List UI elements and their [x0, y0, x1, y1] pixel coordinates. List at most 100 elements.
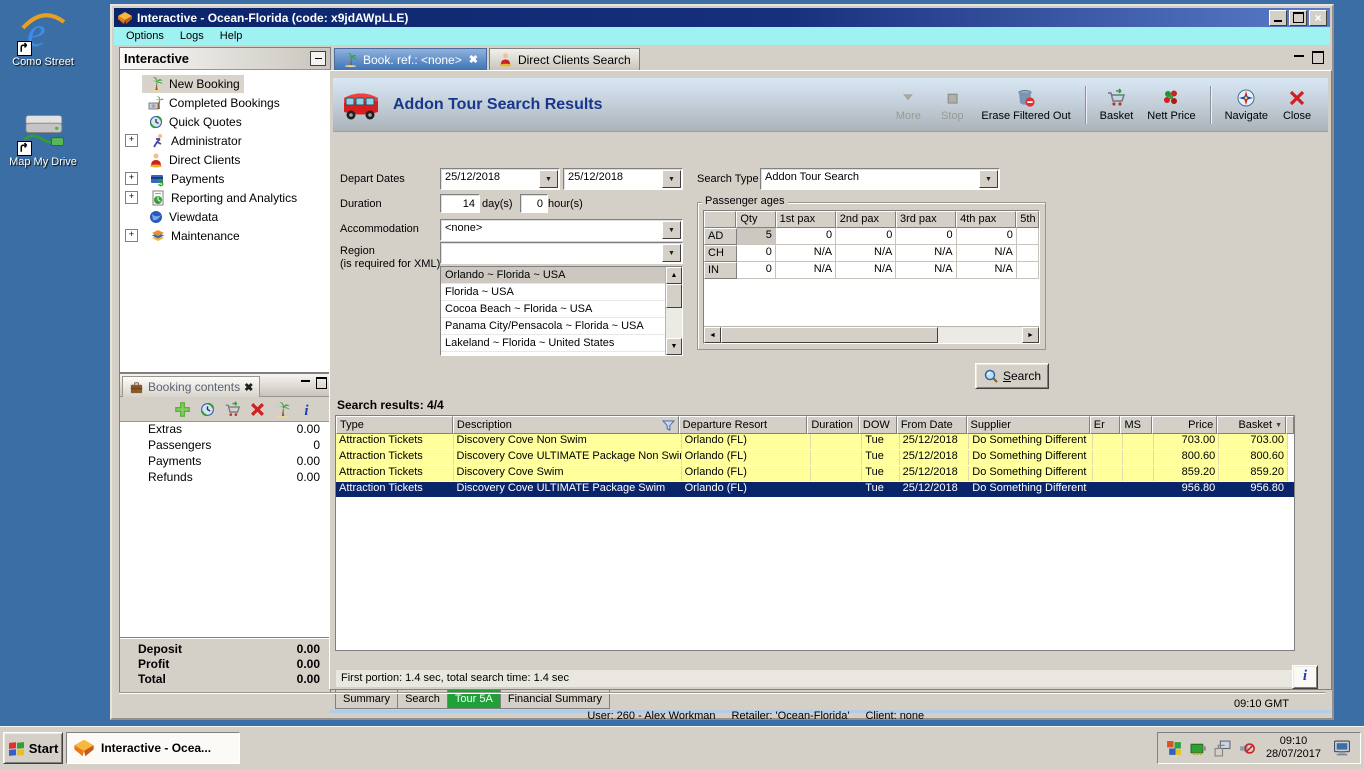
info-button[interactable]: i — [299, 401, 316, 418]
title-bar[interactable]: Interactive - Ocean-Florida (code: x9jdA… — [114, 8, 1330, 27]
passenger-age-cell[interactable]: 0 — [776, 228, 836, 245]
row-header[interactable]: AD — [704, 228, 737, 245]
column-header-supplier[interactable]: Supplier — [967, 416, 1090, 434]
passenger-age-cell[interactable]: N/A — [896, 262, 956, 279]
expand-plus-icon[interactable]: + — [125, 172, 138, 185]
column-header[interactable]: 4th pax — [956, 211, 1016, 228]
column-header-type[interactable]: Type — [336, 416, 453, 434]
passenger-age-cell[interactable]: 0 — [737, 245, 776, 262]
search-button[interactable]: Search — [975, 363, 1049, 389]
region-scrollbar[interactable]: ▲ ▼ — [665, 267, 682, 355]
column-header-from-date[interactable]: From Date — [897, 416, 967, 434]
column-header-description[interactable]: Description — [453, 416, 679, 434]
accommodation-combo[interactable]: <none> ▼ — [440, 219, 683, 241]
chevron-down-icon[interactable]: ▼ — [979, 170, 998, 188]
duration-days-input[interactable] — [440, 194, 480, 213]
collapse-sidebar-button[interactable] — [310, 51, 326, 66]
scroll-right-icon[interactable]: ► — [1022, 327, 1039, 343]
result-row[interactable]: Attraction TicketsDiscovery Cove ULTIMAT… — [336, 450, 1294, 466]
navigate-button[interactable]: Navigate — [1223, 86, 1270, 124]
sidebar-item-administrator[interactable]: +Administrator — [120, 131, 330, 150]
sidebar-item-new-booking[interactable]: New Booking — [120, 74, 330, 93]
column-header[interactable]: Qty — [736, 211, 775, 228]
column-header[interactable] — [704, 211, 736, 228]
info-button[interactable]: i — [1292, 665, 1318, 689]
region-option[interactable]: Florida ~ USA — [441, 284, 665, 301]
passenger-age-cell[interactable]: N/A — [776, 262, 836, 279]
erase-filtered-out-button[interactable]: Erase Filtered Out — [979, 86, 1072, 124]
column-header[interactable]: 2nd pax — [836, 211, 896, 228]
new-booking-button[interactable] — [274, 401, 291, 418]
scroll-down-icon[interactable]: ▼ — [666, 338, 682, 355]
desktop-icon-map-my-drive[interactable]: Map My Drive — [0, 106, 86, 168]
depart-date-to-combo[interactable]: 25/12/2018 ▼ — [563, 168, 683, 190]
expand-plus-icon[interactable]: + — [125, 191, 138, 204]
nett-price-button[interactable]: Nett Price — [1145, 86, 1197, 124]
column-header-dow[interactable]: DOW — [859, 416, 897, 434]
move-to-basket-button[interactable] — [224, 401, 241, 418]
sidebar-item-direct-clients[interactable]: Direct Clients — [120, 150, 330, 169]
region-option[interactable]: Orlando ~ Florida ~ USA — [441, 267, 665, 284]
close-button[interactable]: × — [1309, 10, 1327, 26]
passenger-age-cell[interactable]: 0 — [896, 228, 956, 245]
region-option[interactable]: Cocoa Beach ~ Florida ~ USA — [441, 301, 665, 318]
panel-minimize-icon[interactable] — [301, 380, 310, 390]
sidebar-item-payments[interactable]: +$Payments — [120, 169, 330, 188]
result-row[interactable]: Attraction TicketsDiscovery Cove Non Swi… — [336, 434, 1294, 450]
column-header[interactable]: 1st pax — [776, 211, 836, 228]
region-option[interactable]: Lakeland ~ Florida ~ United States — [441, 335, 665, 352]
desktop-icon-como-street[interactable]: eComo Street — [0, 6, 86, 68]
column-header-departure-resort[interactable]: Departure Resort — [679, 416, 808, 434]
passenger-age-cell[interactable]: N/A — [957, 262, 1017, 279]
chevron-down-icon[interactable]: ▼ — [662, 244, 681, 262]
column-header-price[interactable]: Price — [1152, 416, 1217, 434]
tab-book-ref-none[interactable]: Book. ref.: <none>✖ — [334, 48, 487, 70]
passenger-age-cell[interactable]: N/A — [957, 245, 1017, 262]
task-button-interactive-ocea[interactable]: Interactive - Ocea... — [66, 732, 240, 764]
tray-av-icon[interactable] — [1166, 740, 1183, 757]
column-header-basket[interactable]: Basket▼ — [1217, 416, 1286, 434]
sidebar-item-reporting-and-analytics[interactable]: +Reporting and Analytics — [120, 188, 330, 207]
tray-mute-icon[interactable] — [1238, 740, 1255, 757]
panel-maximize-icon[interactable] — [316, 377, 327, 389]
booking-contents-tab[interactable]: Booking contents ✖ — [122, 376, 260, 397]
tab-area-minimize-icon[interactable] — [1294, 55, 1304, 65]
display-icon[interactable] — [1332, 740, 1352, 757]
result-row[interactable]: Attraction TicketsDiscovery Cove SwimOrl… — [336, 466, 1294, 482]
column-header[interactable]: 3rd pax — [896, 211, 956, 228]
sidebar-item-maintenance[interactable]: +Maintenance — [120, 226, 330, 245]
passenger-age-cell[interactable]: 5 — [737, 228, 776, 245]
region-option[interactable]: Panama City/Pensacola ~ Florida ~ USA — [441, 318, 665, 335]
filter-funnel-icon[interactable] — [662, 420, 675, 431]
close-button[interactable]: Close — [1280, 86, 1314, 124]
passenger-age-cell[interactable]: N/A — [776, 245, 836, 262]
scroll-thumb[interactable] — [666, 284, 682, 308]
menu-options[interactable]: Options — [118, 29, 172, 43]
passenger-age-cell[interactable]: 0 — [836, 228, 896, 245]
close-icon[interactable]: ✖ — [244, 381, 253, 394]
passenger-age-cell[interactable]: N/A — [836, 262, 896, 279]
chevron-down-icon[interactable]: ▼ — [662, 221, 681, 239]
passenger-ages-table[interactable]: Qty1st pax2nd pax3rd pax4th pax5th paAD5… — [703, 210, 1040, 344]
column-header-ms[interactable]: MS — [1120, 416, 1152, 434]
minimize-button[interactable] — [1269, 10, 1287, 26]
sidebar-item-viewdata[interactable]: Viewdata — [120, 207, 330, 226]
tab-direct-clients-search[interactable]: Direct Clients Search — [489, 48, 640, 70]
taskbar-clock[interactable]: 09:10 28/07/2017 — [1262, 735, 1325, 761]
scroll-up-icon[interactable]: ▲ — [666, 267, 682, 284]
passenger-age-cell[interactable]: N/A — [836, 245, 896, 262]
close-tab-icon[interactable]: ✖ — [469, 53, 478, 66]
sidebar-item-completed-bookings[interactable]: Completed Bookings — [120, 93, 330, 112]
scroll-thumb[interactable] — [721, 327, 938, 343]
tray-nic-icon[interactable] — [1190, 740, 1207, 757]
search-type-combo[interactable]: Addon Tour Search ▼ — [760, 168, 1000, 190]
basket-button[interactable]: Basket — [1098, 86, 1136, 124]
result-row[interactable]: Attraction TicketsDiscovery Cove ULTIMAT… — [336, 482, 1294, 497]
passenger-ages-hscrollbar[interactable]: ◄ ► — [704, 326, 1039, 343]
passenger-age-cell[interactable]: N/A — [896, 245, 956, 262]
menu-logs[interactable]: Logs — [172, 29, 212, 43]
row-header[interactable]: CH — [704, 245, 737, 262]
region-combo[interactable]: ▼ — [440, 242, 683, 264]
chevron-down-icon[interactable]: ▼ — [539, 170, 558, 188]
passenger-age-cell[interactable]: 0 — [957, 228, 1017, 245]
